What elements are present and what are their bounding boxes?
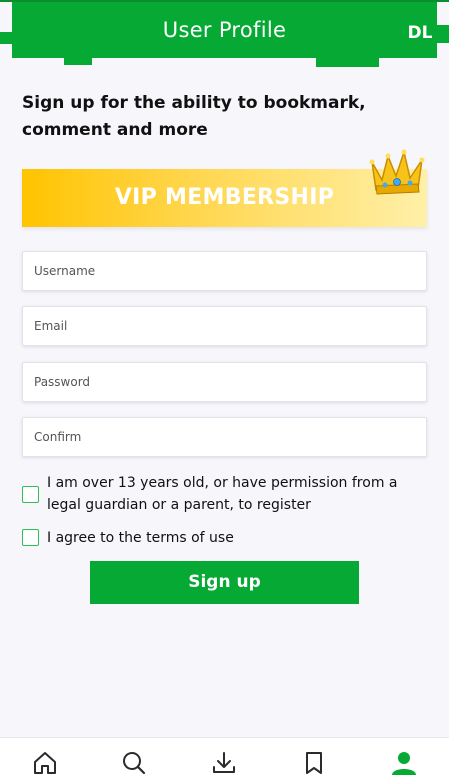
user-icon (392, 752, 416, 775)
nav-home[interactable] (32, 750, 58, 778)
username-input[interactable] (22, 251, 427, 291)
terms-checkbox[interactable] (22, 529, 39, 546)
page-title: User Profile (162, 18, 287, 42)
header-notch-left (64, 56, 92, 65)
nav-downloads[interactable] (211, 750, 237, 778)
signup-intro-text: Sign up for the ability to bookmark, com… (22, 93, 366, 140)
age-consent-checkbox[interactable] (22, 486, 39, 503)
nav-bookmarks[interactable] (301, 750, 327, 778)
age-consent-label: I am over 13 years old, or have permissi… (47, 475, 398, 513)
home-icon (34, 752, 56, 774)
header-notch-right (316, 56, 379, 67)
app-header: User Profile DL (0, 0, 449, 70)
confirm-password-input[interactable] (22, 417, 427, 457)
email-input[interactable] (22, 306, 427, 346)
nav-search[interactable] (121, 750, 147, 778)
nav-profile[interactable] (391, 750, 417, 778)
bookmark-icon (306, 752, 322, 774)
bottom-nav (0, 737, 449, 784)
crown-icon (369, 149, 425, 195)
sign-up-button[interactable]: Sign up (90, 561, 359, 604)
download-icon (213, 752, 235, 773)
search-icon (123, 752, 146, 775)
logo-badge[interactable]: DL (405, 19, 435, 47)
password-input[interactable] (22, 362, 427, 402)
terms-label: I agree to the terms of use (47, 530, 234, 546)
